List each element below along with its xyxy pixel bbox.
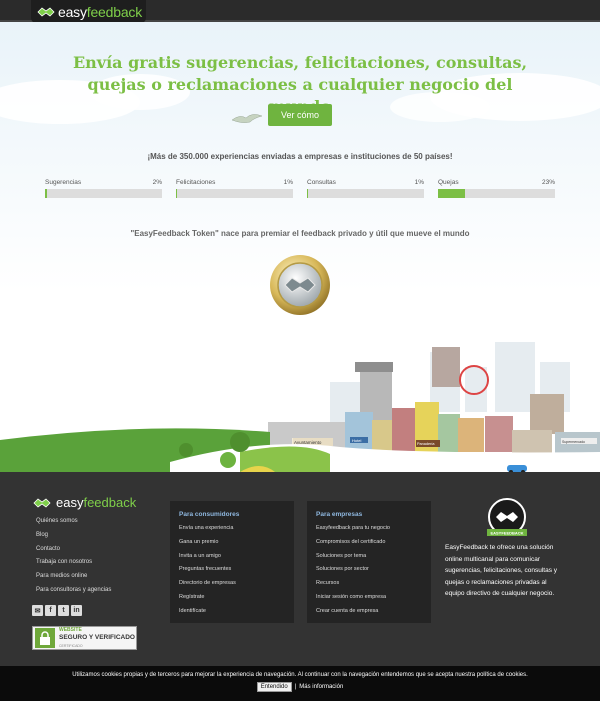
about-text: EasyFeedback te ofrece una solución onli… xyxy=(445,544,558,597)
footer-link-jobs[interactable]: Trabaja con nosotros xyxy=(36,559,111,573)
handshake-icon xyxy=(37,6,55,17)
token-coin-icon[interactable] xyxy=(269,254,331,316)
cookie-separator: | xyxy=(294,684,297,690)
handshake-icon xyxy=(33,497,51,508)
footer-link-agencies[interactable]: Para consultoras y agencias xyxy=(36,587,111,601)
linkedin-icon[interactable]: in xyxy=(71,605,82,616)
stat-percent: 23% xyxy=(541,179,555,186)
business-title: Para empresas xyxy=(316,511,363,518)
footer-links: Quiénes somos Blog Contacto Trabaja con … xyxy=(36,518,111,601)
facebook-icon[interactable]: f xyxy=(45,605,56,616)
token-headline: "EasyFeedback Token" nace para premiar e… xyxy=(130,229,470,238)
stat-label: Sugerencias xyxy=(45,179,82,186)
stat-track xyxy=(438,189,555,198)
email-icon[interactable]: ✉ xyxy=(32,605,43,616)
footer-link-blog[interactable]: Blog xyxy=(36,532,111,546)
stats-headline: ¡Más de 350.000 experiencias enviadas a … xyxy=(147,152,453,161)
stat-track xyxy=(307,189,424,198)
business-link[interactable]: Iniciar sesión como empresa xyxy=(316,594,422,608)
stat-bar: Felicitaciones 1% xyxy=(176,179,293,198)
twitter-icon[interactable]: t xyxy=(58,605,69,616)
stat-label: Quejas xyxy=(438,179,459,186)
footer-link-contact[interactable]: Contacto xyxy=(36,546,111,560)
stat-percent: 1% xyxy=(414,179,424,186)
stat-percent: 2% xyxy=(152,179,162,186)
footer-logo-text: easyfeedback xyxy=(56,495,137,510)
cookie-accept-button[interactable]: Entendido xyxy=(256,682,292,692)
sign-supermarket-text: Supermercado xyxy=(562,440,585,444)
business-panel: Para empresas Easyfeedback para tu negoc… xyxy=(307,501,431,623)
seal-line-3: CERTIFICADO xyxy=(59,644,83,648)
stat-label: Consultas xyxy=(307,179,336,186)
sign-hotel-text: Hotel xyxy=(352,438,361,443)
stat-percent: 1% xyxy=(283,179,293,186)
header-logo[interactable]: easyfeedback xyxy=(31,0,146,23)
business-link[interactable]: Soluciones por sector xyxy=(316,566,422,580)
lock-icon xyxy=(35,628,55,648)
hero-section: Envía gratis sugerencias, felicitaciones… xyxy=(0,22,600,472)
consumer-link[interactable]: Regístrate xyxy=(179,594,285,608)
consumer-link[interactable]: Gana un premio xyxy=(179,539,285,553)
cookie-text: Utilizamos cookies propias y de terceros… xyxy=(72,672,528,678)
consumer-link[interactable]: Identifícate xyxy=(179,608,285,622)
stat-fill xyxy=(307,189,309,198)
certified-badge-icon: EASYFEEDBACK xyxy=(487,498,527,536)
business-link[interactable]: Easyfeedback para tu negocio xyxy=(316,525,422,539)
city-illustration: Ayuntamiento Panadería Hotel Supermercad… xyxy=(0,342,600,472)
trust-seal[interactable]: WEBSITE SEGURO Y VERIFICADO CERTIFICADO xyxy=(32,626,137,650)
footer-logo[interactable]: easyfeedback xyxy=(32,495,136,510)
bird-icon xyxy=(231,114,263,123)
social-links: ✉ f t in xyxy=(32,605,82,616)
footer: easyfeedback Quiénes somos Blog Contacto… xyxy=(0,472,600,666)
badge-label: EASYFEEDBACK xyxy=(490,531,523,536)
consumer-link[interactable]: Envía una experiencia xyxy=(179,525,285,539)
seal-line-1: WEBSITE xyxy=(59,627,82,633)
consumer-link[interactable]: Invita a un amigo xyxy=(179,553,285,567)
stat-bar: Sugerencias 2% xyxy=(45,179,162,198)
business-link[interactable]: Crear cuenta de empresa xyxy=(316,608,422,622)
footer-link-media[interactable]: Para medios online xyxy=(36,573,111,587)
top-bar: easyfeedback xyxy=(0,0,600,23)
stat-bar: Consultas 1% xyxy=(307,179,424,198)
sign-bakery-text: Panadería xyxy=(417,442,435,446)
business-link[interactable]: Compromisos del certificado xyxy=(316,539,422,553)
consumer-link[interactable]: Preguntas frecuentes xyxy=(179,566,285,580)
stats-bars: Sugerencias 2% Felicitaciones 1% Consultas… xyxy=(45,179,555,198)
see-how-button[interactable]: Ver cómo xyxy=(268,104,332,126)
stat-bar: Quejas 23% xyxy=(438,179,555,198)
consumer-link[interactable]: Directorio de empresas xyxy=(179,580,285,594)
cookie-more-info-link[interactable]: Más información xyxy=(299,684,343,690)
business-link[interactable]: Soluciones por tema xyxy=(316,553,422,567)
stat-label: Felicitaciones xyxy=(176,179,216,186)
stat-fill xyxy=(438,189,465,198)
consumers-panel: Para consumidores Envía una experiencia … xyxy=(170,501,294,623)
stat-track xyxy=(176,189,293,198)
logo-text: easyfeedback xyxy=(58,3,143,20)
stat-fill xyxy=(176,189,178,198)
stat-fill xyxy=(45,189,48,198)
cookie-banner: Utilizamos cookies propias y de terceros… xyxy=(0,666,600,701)
business-link[interactable]: Recursos xyxy=(316,580,422,594)
stat-track xyxy=(45,189,162,198)
seal-line-2: SEGURO Y VERIFICADO xyxy=(59,634,135,641)
consumers-title: Para consumidores xyxy=(179,511,240,518)
footer-link-about[interactable]: Quiénes somos xyxy=(36,518,111,532)
